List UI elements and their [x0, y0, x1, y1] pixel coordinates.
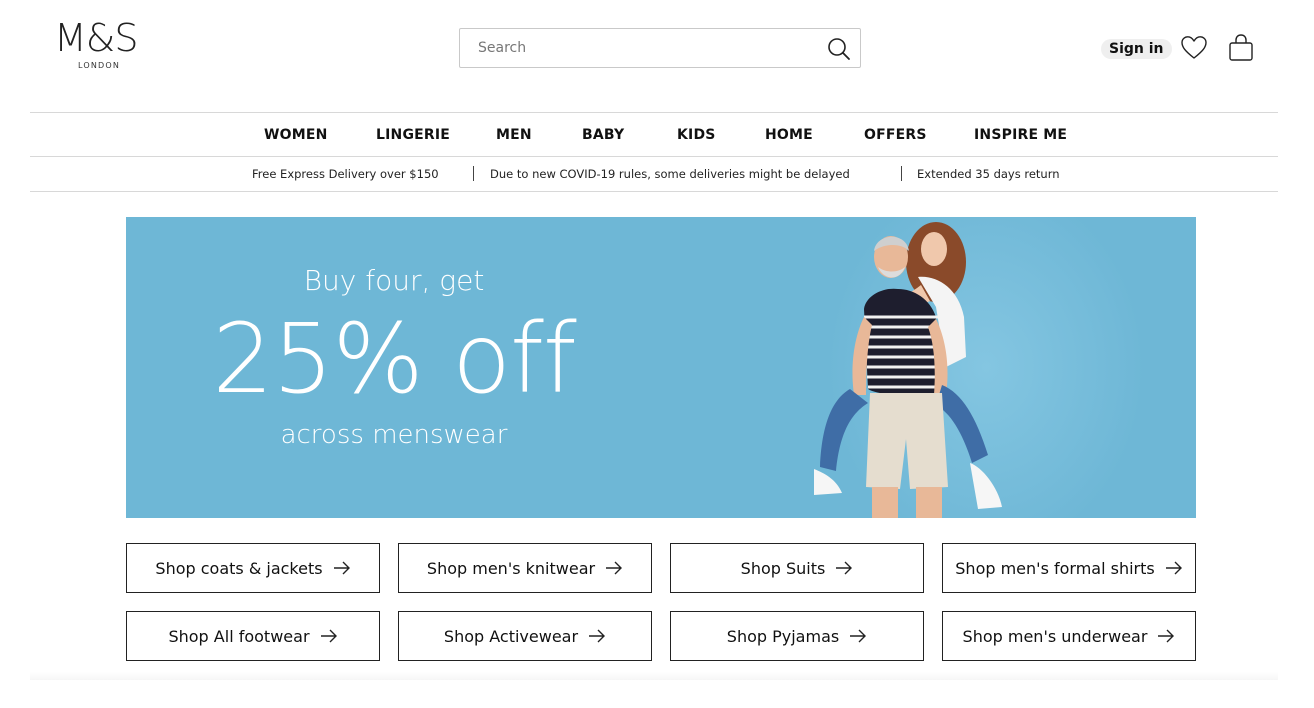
shop-pyjamas-button[interactable]: Shop Pyjamas: [670, 611, 924, 661]
info-bar: Free Express Delivery over $150 Due to n…: [0, 157, 1314, 191]
arrow-right-icon: [850, 629, 867, 643]
shop-footwear-button[interactable]: Shop All footwear: [126, 611, 380, 661]
shop-button-label: Shop men's knitwear: [426, 558, 596, 578]
search-icon: [828, 38, 850, 60]
shop-suits-button[interactable]: Shop Suits: [670, 543, 924, 593]
nav-item-men[interactable]: MEN: [496, 127, 532, 143]
shop-coats-jackets-button[interactable]: Shop coats & jackets: [126, 543, 380, 593]
info-message-returns: Extended 35 days return: [917, 167, 1060, 181]
search-input[interactable]: [460, 29, 820, 67]
shop-button-label: Shop Activewear: [443, 626, 579, 646]
banner-headline: Buy four, get: [303, 264, 485, 297]
main-nav: WOMEN LINGERIE MEN BABY KIDS HOME OFFERS…: [0, 113, 1314, 156]
search-bar: [459, 28, 861, 68]
divider: [30, 191, 1278, 192]
shop-underwear-button[interactable]: Shop men's underwear: [942, 611, 1196, 661]
nav-item-home[interactable]: HOME: [765, 127, 813, 143]
shop-activewear-button[interactable]: Shop Activewear: [398, 611, 652, 661]
banner-models-image: [814, 222, 1002, 518]
wishlist-button[interactable]: [1179, 33, 1209, 63]
info-message-delivery: Free Express Delivery over $150: [252, 167, 439, 181]
bottom-fade: [30, 672, 1278, 680]
nav-item-kids[interactable]: KIDS: [677, 127, 716, 143]
arrow-right-icon: [589, 629, 606, 643]
shop-button-label: Shop Suits: [740, 558, 826, 578]
info-separator: [901, 166, 902, 181]
info-message-covid: Due to new COVID-19 rules, some deliveri…: [490, 167, 850, 181]
arrow-right-icon: [333, 561, 350, 575]
promo-banner[interactable]: Buy four, get 25% off across menswear: [126, 217, 1196, 518]
logo-text: M&S: [54, 16, 139, 60]
shop-button-label: Shop coats & jackets: [155, 558, 323, 578]
arrow-right-icon: [320, 629, 337, 643]
shop-knitwear-button[interactable]: Shop men's knitwear: [398, 543, 652, 593]
arrow-right-icon: [836, 561, 853, 575]
banner-discount: 25% off: [212, 303, 576, 415]
shop-button-label: Shop Pyjamas: [726, 626, 840, 646]
banner-subline: across menswear: [280, 420, 508, 450]
arrow-right-icon: [1158, 629, 1175, 643]
nav-item-baby[interactable]: BABY: [582, 127, 624, 143]
search-button[interactable]: [824, 34, 854, 64]
logo-subtext: LONDON: [78, 61, 121, 70]
arrow-right-icon: [606, 561, 623, 575]
shop-button-label: Shop men's formal shirts: [955, 558, 1155, 578]
shop-formal-shirts-button[interactable]: Shop men's formal shirts: [942, 543, 1196, 593]
nav-item-women[interactable]: WOMEN: [264, 127, 328, 143]
nav-item-offers[interactable]: OFFERS: [864, 127, 927, 143]
shop-button-label: Shop All footwear: [168, 626, 310, 646]
arrow-right-icon: [1165, 561, 1182, 575]
shopping-bag-icon: [1229, 34, 1253, 61]
nav-item-lingerie[interactable]: LINGERIE: [376, 127, 450, 143]
logo[interactable]: M&S LONDON: [54, 18, 146, 78]
info-separator: [473, 166, 474, 181]
shop-button-label: Shop men's underwear: [962, 626, 1148, 646]
nav-item-inspire-me[interactable]: INSPIRE ME: [974, 127, 1067, 143]
heart-icon: [1181, 36, 1207, 59]
bag-button[interactable]: [1226, 32, 1256, 64]
sign-in-link[interactable]: Sign in: [1101, 39, 1172, 59]
